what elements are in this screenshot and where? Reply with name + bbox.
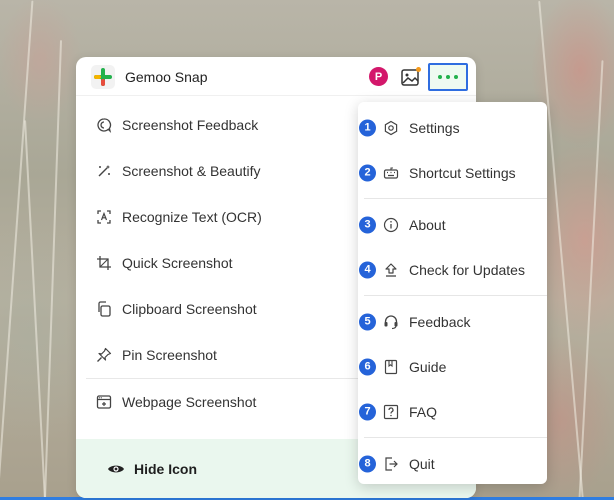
title-bar: Gemoo Snap P	[76, 57, 476, 96]
dropdown-item-label: Shortcut Settings	[409, 164, 516, 181]
step-badge: 7	[359, 403, 376, 420]
step-badge: 1	[359, 119, 376, 136]
dropdown-group: 3 About 4 Check for Updates	[358, 199, 547, 295]
magic-wand-icon	[96, 163, 112, 179]
eye-icon	[107, 460, 125, 478]
dropdown-group: 8 Quit	[358, 438, 547, 489]
background-stem	[24, 120, 46, 500]
exit-icon	[383, 456, 399, 472]
step-badge: 4	[359, 261, 376, 278]
menu-item-label: Recognize Text (OCR)	[122, 209, 262, 225]
menu-item-label: Pin Screenshot	[122, 347, 217, 363]
dropdown-item-shortcut-settings[interactable]: 2 Shortcut Settings	[358, 150, 547, 195]
hide-icon-label: Hide Icon	[134, 460, 198, 477]
more-dot	[438, 75, 442, 79]
more-dot	[446, 75, 450, 79]
clipboard-icon	[96, 301, 112, 317]
gallery-icon[interactable]	[400, 66, 422, 88]
background-stem	[43, 40, 63, 500]
crop-icon	[96, 255, 112, 271]
dropdown-item-about[interactable]: 3 About	[358, 202, 547, 247]
more-options-dropdown: 1 Settings 2 Shortcut Settings 3 About 4	[358, 102, 547, 484]
dropdown-item-label: About	[409, 216, 446, 233]
more-options-button[interactable]	[428, 63, 468, 91]
ocr-icon	[96, 209, 112, 225]
menu-item-label: Webpage Screenshot	[122, 394, 257, 410]
dropdown-item-label: Settings	[409, 119, 460, 136]
step-badge: 2	[359, 164, 376, 181]
more-dot	[454, 75, 458, 79]
dropdown-item-label: Quit	[409, 455, 435, 472]
dropdown-item-quit[interactable]: 8 Quit	[358, 441, 547, 486]
book-icon	[383, 359, 399, 375]
dropdown-item-feedback[interactable]: 5 Feedback	[358, 299, 547, 344]
dropdown-item-label: Guide	[409, 358, 447, 375]
user-avatar[interactable]: P	[369, 67, 388, 86]
dropdown-item-label: FAQ	[409, 403, 438, 420]
headset-icon	[383, 314, 399, 330]
menu-item-label: Quick Screenshot	[122, 255, 233, 271]
dropdown-item-label: Feedback	[409, 313, 471, 330]
upload-icon	[383, 262, 399, 278]
feedback-bubble-icon	[96, 117, 112, 133]
gemoo-logo-icon	[91, 65, 115, 89]
step-badge: 8	[359, 455, 376, 472]
keyboard-icon	[383, 165, 399, 181]
settings-icon	[383, 120, 399, 136]
background-stem	[578, 60, 604, 500]
background-stem	[0, 0, 34, 500]
app-title: Gemoo Snap	[125, 69, 208, 85]
dropdown-item-check-updates[interactable]: 4 Check for Updates	[358, 247, 547, 292]
dropdown-group: 5 Feedback 6 Guide 7 FAQ	[358, 296, 547, 437]
dropdown-item-label: Check for Updates	[409, 261, 525, 278]
menu-item-label: Screenshot & Beautify	[122, 163, 261, 179]
dropdown-item-guide[interactable]: 6 Guide	[358, 344, 547, 389]
menu-item-label: Clipboard Screenshot	[122, 301, 257, 317]
menu-item-label: Screenshot Feedback	[122, 117, 259, 133]
pin-icon	[96, 347, 112, 363]
question-icon	[383, 404, 399, 420]
step-badge: 3	[359, 216, 376, 233]
dropdown-item-faq[interactable]: 7 FAQ	[358, 389, 547, 434]
info-icon	[383, 217, 399, 233]
step-badge: 5	[359, 313, 376, 330]
dropdown-group: 1 Settings 2 Shortcut Settings	[358, 102, 547, 198]
step-badge: 6	[359, 358, 376, 375]
webpage-icon	[96, 394, 112, 410]
dropdown-item-settings[interactable]: 1 Settings	[358, 105, 547, 150]
